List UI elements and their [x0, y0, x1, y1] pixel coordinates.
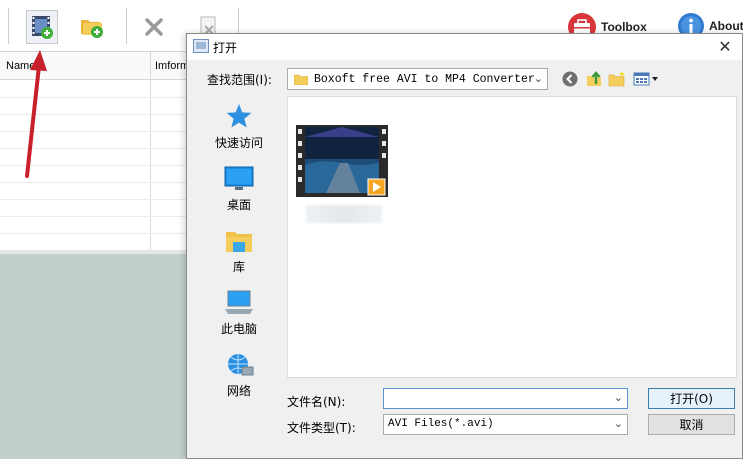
- up-folder-button[interactable]: [585, 70, 603, 88]
- add-folder-button[interactable]: [76, 10, 108, 44]
- list-grid-line: [0, 233, 190, 234]
- list-grid-line: [0, 216, 190, 217]
- video-file-item[interactable]: [296, 125, 392, 233]
- place-label: 快速访问: [214, 136, 263, 150]
- column-header-info[interactable]: Imform: [155, 60, 189, 72]
- place-label: 桌面: [226, 198, 251, 212]
- place-library[interactable]: 库: [197, 228, 281, 284]
- look-in-value: Boxoft free AVI to MP4 Converter: [314, 72, 535, 86]
- up-folder-icon: [587, 71, 601, 86]
- dialog-titlebar[interactable]: 打开 ✕: [187, 34, 742, 60]
- network-icon: [228, 354, 254, 376]
- place-label: 网络: [226, 384, 251, 398]
- preview-pane: [0, 250, 190, 459]
- chevron-down-icon: ⌄: [613, 418, 623, 430]
- annotation-arrow: [25, 50, 47, 178]
- filename-input[interactable]: ⌄: [383, 388, 628, 409]
- column-divider: [150, 52, 151, 250]
- about-label: About: [709, 19, 743, 33]
- remove-button[interactable]: [138, 10, 170, 44]
- star-icon: [226, 104, 252, 128]
- filetype-value: AVI Files(*.avi): [388, 418, 494, 430]
- computer-icon: [225, 290, 253, 314]
- video-thumbnail: [296, 125, 388, 197]
- filetype-label: 文件类型(T):: [287, 421, 356, 435]
- chevron-down-icon: ⌄: [533, 73, 543, 85]
- file-view[interactable]: [287, 96, 737, 378]
- add-video-icon: [32, 16, 53, 39]
- back-icon: [562, 71, 578, 87]
- chevron-down-icon[interactable]: ⌄: [614, 391, 623, 404]
- add-video-button[interactable]: [26, 10, 58, 44]
- open-button[interactable]: 打开(O): [648, 388, 735, 409]
- new-folder-button[interactable]: [608, 70, 626, 88]
- places-bar: 快速访问 桌面 库 此电脑 网络: [197, 98, 281, 398]
- toolbox-label: Toolbox: [601, 20, 647, 34]
- look-in-label: 查找范围(I):: [207, 73, 272, 87]
- dialog-app-icon: [193, 39, 209, 53]
- remove-icon: [145, 18, 163, 36]
- dialog-title: 打开: [213, 41, 238, 55]
- place-quick-access[interactable]: 快速访问: [197, 102, 281, 158]
- filetype-select[interactable]: AVI Files(*.avi) ⌄: [383, 414, 628, 435]
- toolbar-separator: [126, 8, 127, 44]
- look-in-dropdown[interactable]: Boxoft free AVI to MP4 Converter ⌄: [287, 68, 548, 90]
- new-folder-icon: [608, 71, 625, 87]
- view-menu-button[interactable]: [633, 70, 659, 88]
- place-this-pc[interactable]: 此电脑: [197, 290, 281, 346]
- toolbar-separator: [8, 8, 9, 44]
- place-label: 库: [232, 260, 245, 274]
- place-desktop[interactable]: 桌面: [197, 166, 281, 222]
- place-label: 此电脑: [220, 322, 257, 336]
- close-button[interactable]: ✕: [714, 36, 736, 58]
- desktop-icon: [224, 166, 254, 190]
- back-button[interactable]: [561, 70, 579, 88]
- list-grid-line: [0, 199, 190, 200]
- folder-icon: [294, 74, 308, 85]
- video-file-name: [306, 205, 382, 223]
- open-file-dialog: 打开 ✕ 查找范围(I): Boxoft free AVI to MP4 Con…: [186, 33, 743, 459]
- cancel-button[interactable]: 取消: [648, 414, 735, 435]
- add-folder-icon: [81, 20, 103, 38]
- filename-label: 文件名(N):: [287, 395, 346, 409]
- view-menu-icon: [633, 72, 658, 86]
- library-icon: [226, 232, 252, 252]
- list-grid-line: [0, 182, 190, 183]
- close-icon: ✕: [718, 39, 732, 56]
- place-network[interactable]: 网络: [197, 352, 281, 408]
